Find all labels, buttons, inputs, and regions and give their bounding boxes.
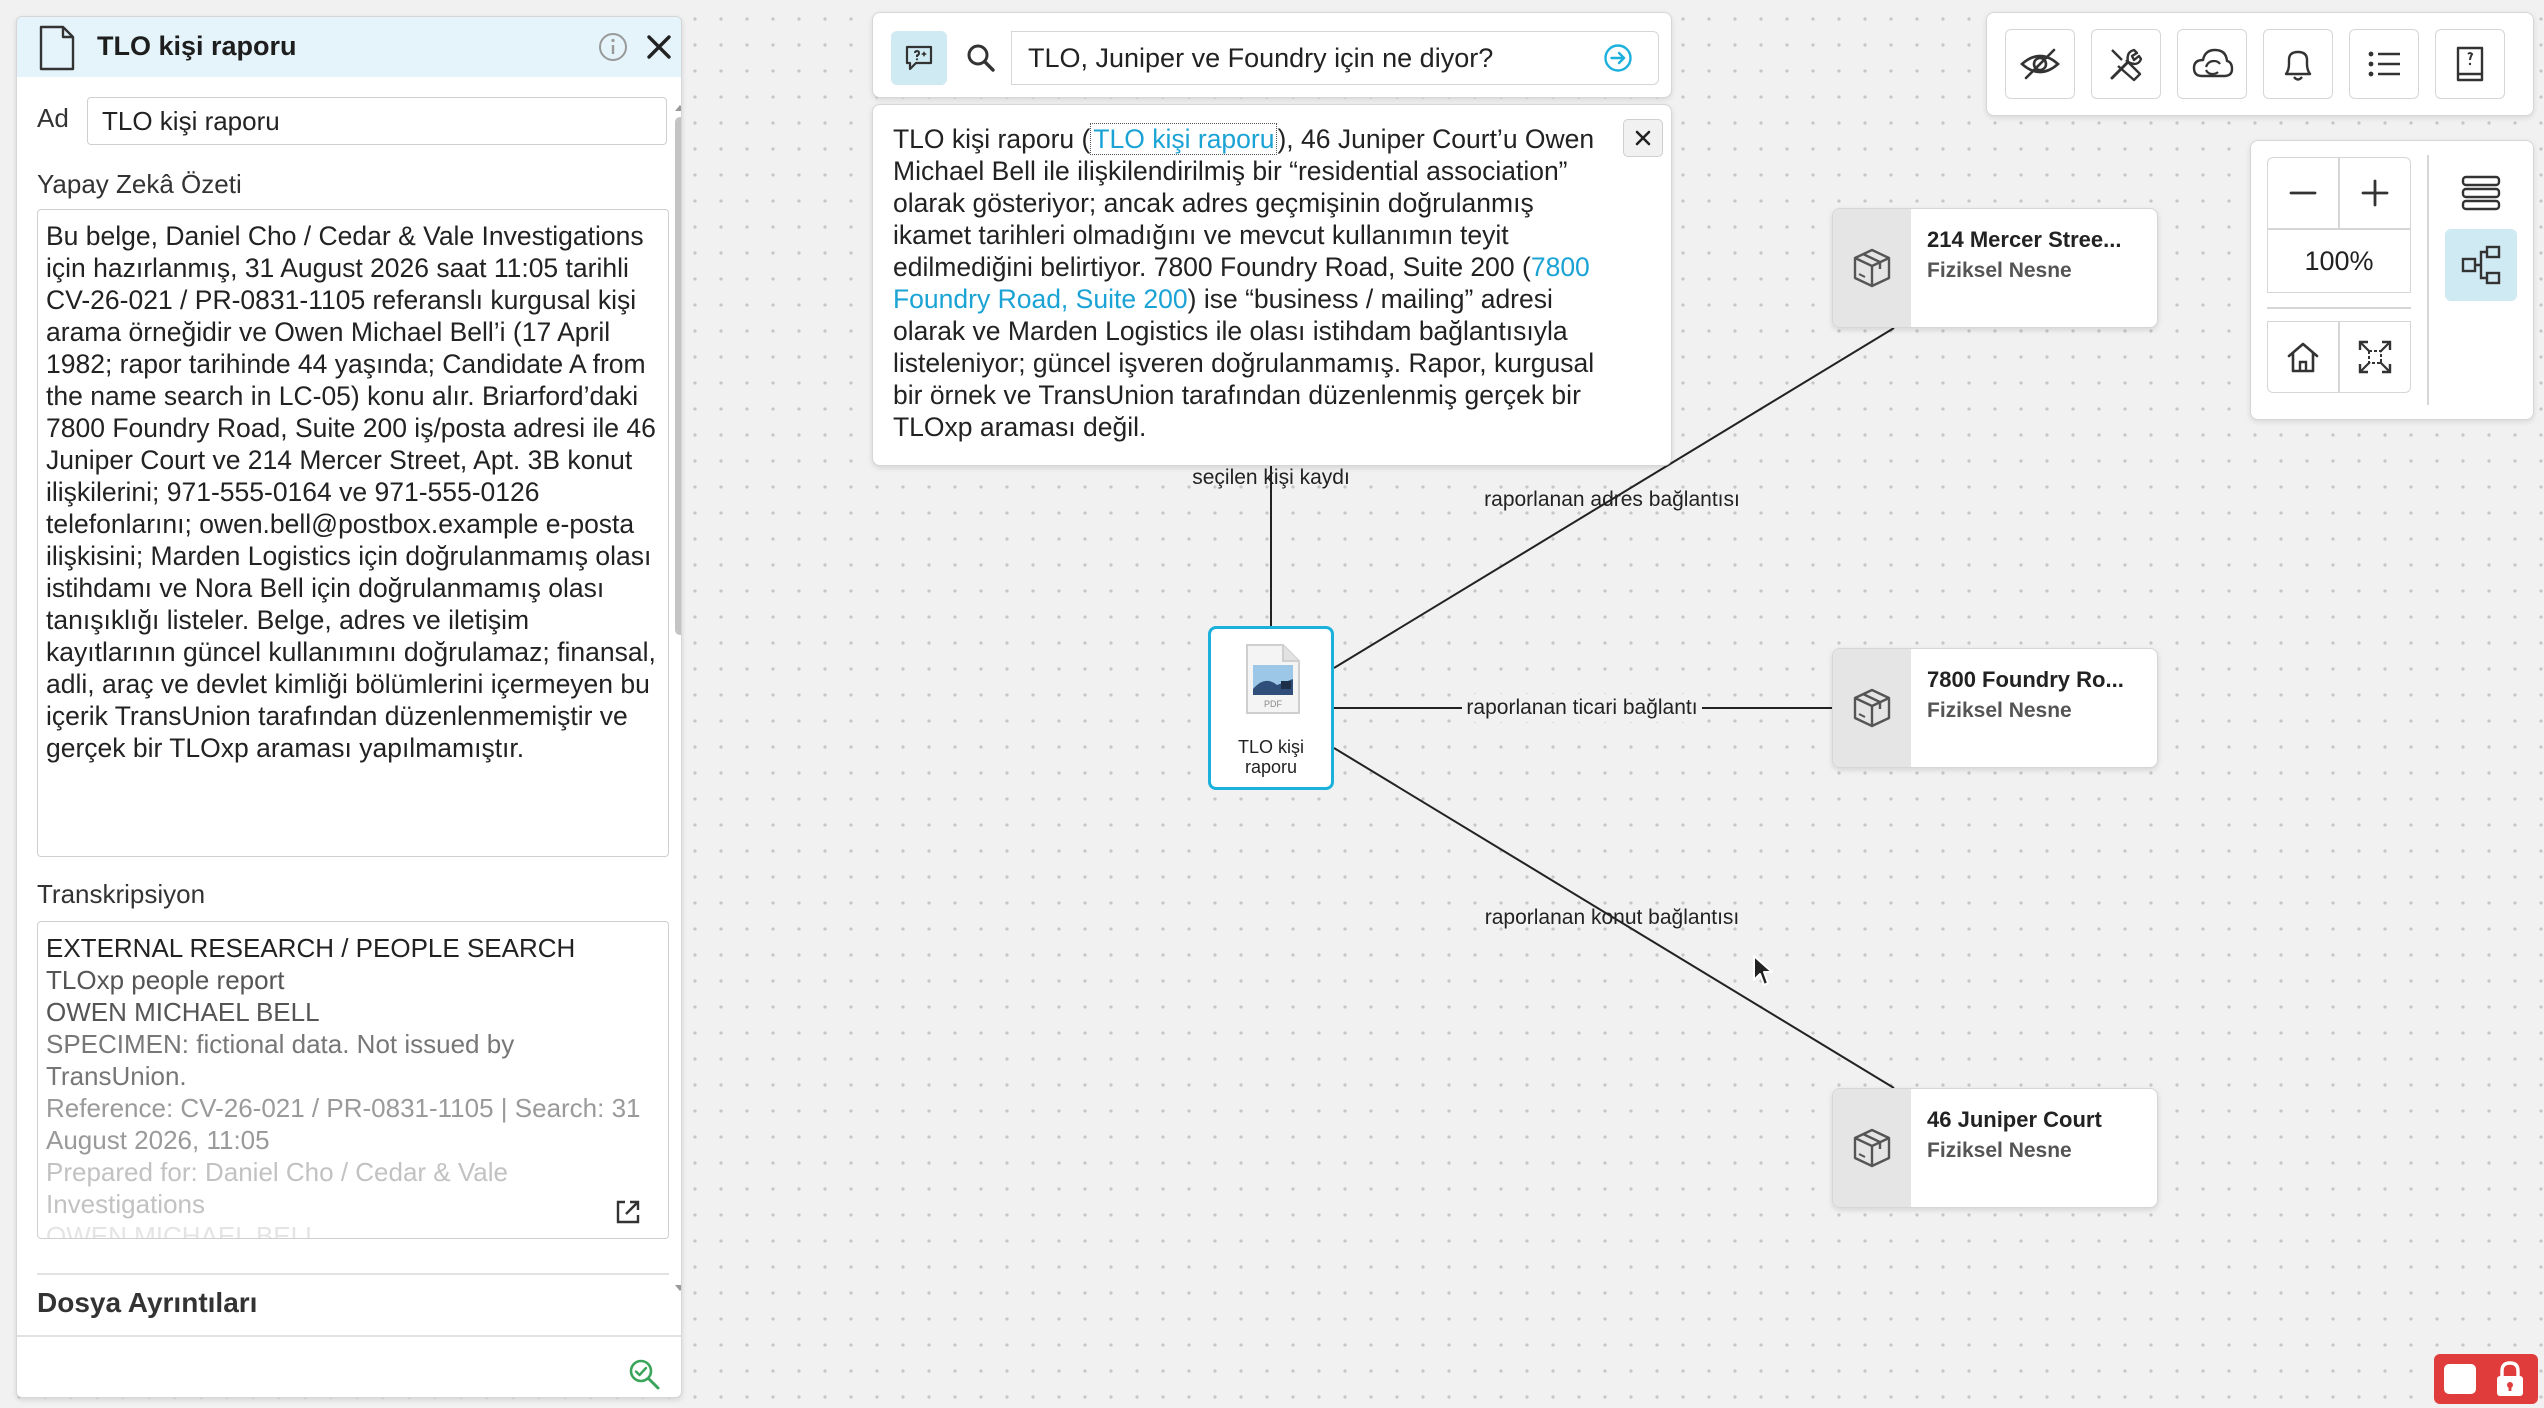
cloud-sync-icon: [2192, 48, 2234, 78]
svg-text:PDF: PDF: [1264, 699, 1283, 709]
ai-summary-label: Yapay Zekâ Özeti: [37, 169, 242, 199]
node-icon-box: [1833, 1089, 1911, 1207]
scroll-down-icon[interactable]: [673, 1283, 682, 1293]
edge-label-address: raporlanan adres bağlantısı: [1484, 488, 1740, 511]
name-field[interactable]: [87, 97, 667, 145]
transcript-label: Transkripsiyon: [37, 879, 206, 909]
notebook-button[interactable]: [2435, 29, 2505, 99]
zoom-out-button[interactable]: [2267, 157, 2339, 229]
node-icon-box: [1833, 209, 1911, 327]
panel-footer-divider: [17, 1335, 681, 1337]
list-icon: [2368, 51, 2400, 77]
node-type: Fiziksel Nesne: [1927, 699, 2072, 722]
plus-icon: [2361, 179, 2389, 207]
home-icon: [2287, 342, 2319, 373]
graph-node-mercer-street[interactable]: 214 Mercer Stree... Fiziksel Nesne: [1832, 208, 2158, 328]
package-icon: [1853, 1128, 1891, 1168]
edge-label-residential: raporlanan konut bağlantısı: [1485, 906, 1740, 929]
minus-icon: [2289, 191, 2317, 195]
tools-button[interactable]: [2091, 29, 2161, 99]
transcript-line: EXTERNAL RESEARCH / PEOPLE SEARCH: [46, 933, 576, 963]
mouse-cursor-icon: [1753, 955, 1773, 986]
file-details-heading[interactable]: Dosya Ayrıntıları: [37, 1287, 257, 1319]
answer-text: TLO kişi raporu (: [893, 124, 1091, 154]
ai-answer-box: TLO kişi raporu (TLO kişi raporu), 46 Ju…: [872, 104, 1672, 466]
section-divider: [37, 1273, 669, 1275]
node-type: Fiziksel Nesne: [1927, 1139, 2072, 1162]
graph-node-foundry-road[interactable]: 7800 Foundry Ro... Fiziksel Nesne: [1832, 648, 2158, 768]
search-zoom-icon[interactable]: [627, 1357, 661, 1391]
transcript-line: TLOxp people report: [46, 965, 285, 995]
hide-button[interactable]: [2005, 29, 2075, 99]
name-label: Ad: [37, 103, 69, 133]
lock-icon: [2497, 1361, 2523, 1396]
graph-tree-icon: [2461, 245, 2501, 285]
ai-search-bar: [872, 12, 1672, 98]
node-type: Fiziksel Nesne: [1927, 259, 2072, 282]
book-icon: [2456, 46, 2484, 82]
scrollbar-thumb[interactable]: [675, 117, 681, 635]
stack-list-icon: [2461, 175, 2501, 211]
graph-node-juniper-court[interactable]: 46 Juniper Court Fiziksel Nesne: [1832, 1088, 2158, 1208]
transcript-text[interactable]: EXTERNAL RESEARCH / PEOPLE SEARCH TLOxp …: [37, 921, 669, 1239]
details-panel: TLO kişi raporu Ad Yapay Zekâ Özeti Bu b…: [16, 16, 682, 1398]
panel-header: TLO kişi raporu: [17, 17, 681, 77]
search-icon: [967, 44, 995, 72]
edge-label-business: raporlanan ticari bağlantı: [1466, 696, 1697, 719]
graph-view-button[interactable]: [2445, 229, 2517, 301]
search-input[interactable]: [1011, 31, 1659, 85]
chat-ai-icon: [905, 45, 933, 71]
answer-link-tlo-report[interactable]: TLO kişi raporu: [1090, 123, 1278, 155]
edge-label-selected: seçilen kişi kaydı: [1192, 466, 1350, 489]
pdf-file-icon: PDF: [1246, 644, 1300, 714]
package-icon: [1853, 688, 1891, 728]
transcript-line: Prepared for: Daniel Cho / Cedar & Vale …: [46, 1157, 508, 1219]
notifications-button[interactable]: [2263, 29, 2333, 99]
zoom-level: 100%: [2267, 229, 2411, 293]
zoom-controls: 100%: [2250, 140, 2534, 420]
node-title: 214 Mercer Stree...: [1927, 227, 2122, 252]
graph-node-tlo-report[interactable]: PDF TLO kişi raporu: [1208, 626, 1334, 790]
node-title: 7800 Foundry Ro...: [1927, 667, 2124, 692]
scroll-up-icon[interactable]: [673, 103, 682, 113]
fit-screen-button[interactable]: [2339, 321, 2411, 393]
panel-title: TLO kişi raporu: [97, 31, 297, 61]
lock-toggle-knob: [2444, 1364, 2476, 1394]
answer-close-button[interactable]: [1623, 119, 1663, 157]
fit-screen-icon: [2358, 340, 2392, 374]
sync-button[interactable]: [2177, 29, 2247, 99]
list-view-button[interactable]: [2445, 157, 2517, 229]
transcript-line: SPECIMEN: fictional data. Not issued by …: [46, 1029, 515, 1091]
package-icon: [1853, 248, 1891, 288]
info-icon[interactable]: [597, 31, 629, 63]
document-icon: [39, 25, 75, 71]
search-mode-button[interactable]: [953, 31, 1009, 85]
zoom-divider: [2267, 307, 2411, 309]
node-label: TLO kişi raporu: [1237, 737, 1304, 777]
tools-icon: [2110, 48, 2143, 82]
zoom-vertical-divider: [2427, 155, 2429, 405]
ai-chat-button[interactable]: [891, 31, 947, 85]
zoom-in-button[interactable]: [2339, 157, 2411, 229]
transcript-line: OWEN MICHAEL BELL: [46, 1221, 320, 1239]
list-button[interactable]: [2349, 29, 2419, 99]
bell-icon: [2284, 50, 2312, 81]
lock-toggle[interactable]: [2434, 1354, 2538, 1404]
close-icon: [1635, 130, 1651, 146]
ai-summary-text[interactable]: Bu belge, Daniel Cho / Cedar & Vale Inve…: [37, 209, 669, 857]
close-icon[interactable]: [643, 31, 675, 63]
top-toolbar: [1986, 12, 2534, 116]
open-external-icon[interactable]: [613, 1197, 643, 1227]
transcript-line: OWEN MICHAEL BELL: [46, 997, 320, 1027]
home-button[interactable]: [2267, 321, 2339, 393]
eye-off-icon: [2020, 48, 2060, 80]
node-title: 46 Juniper Court: [1927, 1107, 2102, 1132]
submit-arrow-icon[interactable]: [1603, 43, 1633, 73]
transcript-line: Reference: CV-26-021 / PR-0831-1105 | Se…: [46, 1093, 641, 1155]
node-icon-box: [1833, 649, 1911, 767]
